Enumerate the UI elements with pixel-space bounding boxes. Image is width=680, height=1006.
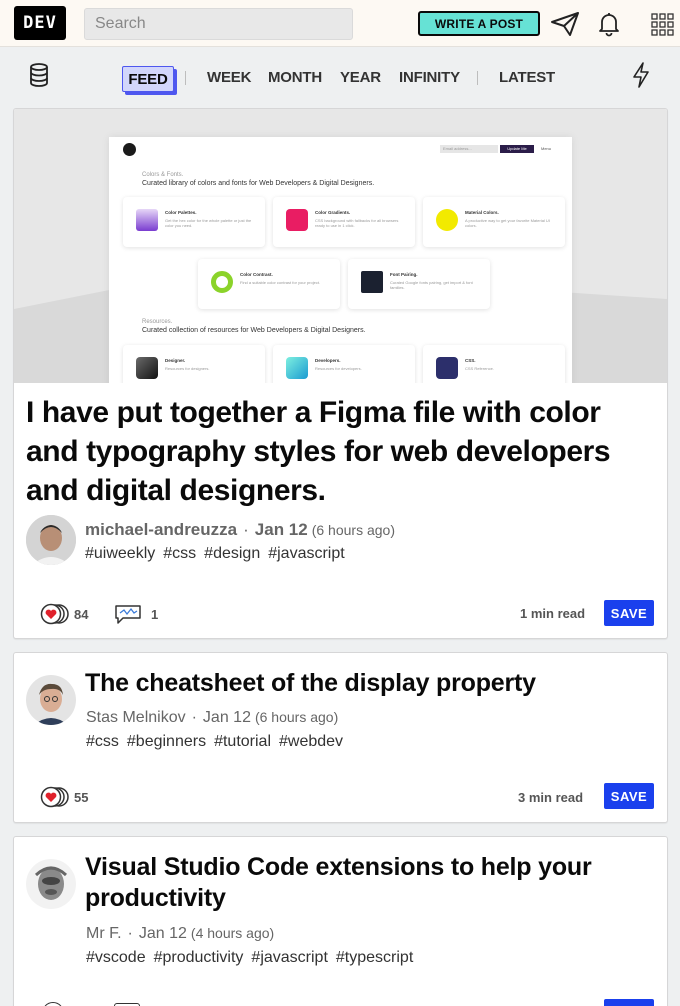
post-title[interactable]: The cheatsheet of the display property — [85, 668, 655, 699]
save-button[interactable]: SAVE — [604, 600, 654, 626]
tab-month[interactable]: MONTH — [268, 69, 322, 86]
mock-tile: Material Colors. A productive way to get… — [423, 197, 565, 247]
post-meta: michael-andreuzza · Jan 12 (6 hours ago) — [85, 520, 395, 539]
reactions-button[interactable]: 55 — [40, 786, 88, 808]
reactions-icon-partial[interactable] — [42, 1002, 64, 1006]
author-name[interactable]: michael-andreuzza — [85, 520, 237, 539]
author-avatar[interactable] — [26, 859, 76, 909]
tag-link[interactable]: #vscode — [86, 949, 146, 966]
post-tags: #uiweekly #css #design #javascript — [85, 545, 353, 563]
search-input[interactable] — [84, 8, 353, 40]
tab-year[interactable]: YEAR — [340, 69, 381, 86]
tag-link[interactable]: #typescript — [336, 949, 413, 966]
post-cover-image[interactable]: Email address... Update Me Menu Colors &… — [14, 109, 667, 383]
post-meta: Mr F. · Jan 12 (4 hours ago) — [86, 925, 275, 942]
tag-link[interactable]: #design — [204, 545, 260, 562]
mock-tile: Developers. Resources for developers. — [273, 345, 415, 383]
tag-link[interactable]: #beginners — [127, 733, 206, 750]
tab-week[interactable]: WEEK — [207, 69, 251, 86]
post-title[interactable]: Visual Studio Code extensions to help yo… — [85, 852, 655, 914]
tag-link[interactable]: #webdev — [279, 733, 343, 750]
mock-section-title: Colors & Fonts. — [142, 172, 184, 178]
mock-section-title: Resources. — [142, 319, 173, 325]
heart-icon — [40, 603, 69, 625]
tag-link[interactable]: #css — [86, 733, 119, 750]
nav-divider — [477, 71, 478, 85]
tag-link[interactable]: #javascript — [251, 949, 327, 966]
tab-infinity[interactable]: INFINITY — [399, 69, 460, 86]
mock-tile: Font Pairing. Curated Google fonts pairi… — [348, 259, 490, 309]
post-ago: (4 hours ago) — [190, 925, 275, 941]
mock-tile: CSS. CSS Reference. — [423, 345, 565, 383]
tag-link[interactable]: #uiweekly — [85, 545, 155, 562]
tab-latest[interactable]: LATEST — [499, 69, 555, 86]
cover-mockup: Email address... Update Me Menu Colors &… — [109, 137, 572, 383]
mock-tile: Color Palettes. Get the hex color for th… — [123, 197, 265, 247]
top-bar: DEV WRITE A POST — [0, 0, 680, 47]
mock-logo — [123, 143, 136, 156]
post-date[interactable]: Jan 12 — [203, 709, 251, 726]
post-date[interactable]: Jan 12 — [255, 520, 308, 539]
post-date[interactable]: Jan 12 — [139, 925, 187, 942]
post-tags: #vscode #productivity #javascript #typescri… — [86, 949, 421, 967]
comment-icon — [115, 605, 141, 624]
post-meta: Stas Melnikov · Jan 12 (6 hours ago) — [86, 709, 339, 726]
database-icon[interactable] — [29, 63, 49, 87]
reactions-button[interactable]: 84 — [40, 603, 88, 625]
tag-link[interactable]: #productivity — [154, 949, 244, 966]
write-post-button[interactable]: WRITE A POST — [418, 11, 540, 36]
read-time: 1 min read — [520, 606, 586, 621]
apps-grid-icon[interactable] — [651, 13, 674, 36]
mock-section-desc: Curated collection of resources for Web … — [142, 327, 366, 334]
lightning-icon[interactable] — [632, 62, 650, 88]
save-button-partial[interactable] — [604, 999, 654, 1006]
comments-button[interactable]: 1 — [113, 603, 158, 625]
tag-link[interactable]: #tutorial — [214, 733, 271, 750]
post-card[interactable]: Email address... Update Me Menu Colors &… — [13, 108, 668, 639]
read-time: 3 min read — [518, 790, 584, 805]
tab-feed[interactable]: FEED — [122, 66, 174, 92]
author-name[interactable]: Mr F. — [86, 925, 122, 942]
dev-logo[interactable]: DEV — [14, 6, 66, 40]
save-button[interactable]: SAVE — [604, 783, 654, 809]
reactions-count: 84 — [74, 606, 89, 622]
mock-email-input: Email address... — [440, 145, 498, 153]
post-tags: #css #beginners #tutorial #webdev — [86, 733, 351, 751]
mock-update-button: Update Me — [500, 145, 534, 153]
tag-link[interactable]: #css — [163, 545, 196, 562]
comments-count: 1 — [151, 606, 159, 622]
reactions-count: 55 — [74, 789, 89, 805]
mock-tile: Color Contrast. Find a suitable color co… — [198, 259, 340, 309]
author-name[interactable]: Stas Melnikov — [86, 709, 186, 726]
post-ago: (6 hours ago) — [311, 522, 395, 538]
tag-link[interactable]: #javascript — [268, 545, 344, 562]
author-avatar[interactable] — [26, 675, 76, 725]
post-title[interactable]: I have put together a Figma file with co… — [26, 393, 656, 510]
heart-icon — [40, 786, 69, 808]
mock-tile: Color Gradients. CSS background with fal… — [273, 197, 415, 247]
mock-menu: Menu — [541, 146, 552, 151]
post-card[interactable]: The cheatsheet of the display property S… — [13, 652, 668, 823]
send-icon[interactable] — [549, 10, 581, 38]
mock-tile: Designer. Resources for designers. — [123, 345, 265, 383]
feed-nav: FEED WEEK MONTH YEAR INFINITY LATEST — [0, 47, 680, 107]
author-avatar[interactable] — [26, 515, 76, 565]
post-ago: (6 hours ago) — [254, 709, 339, 725]
post-card[interactable]: Visual Studio Code extensions to help yo… — [13, 836, 668, 1006]
mock-section-desc: Curated library of colors and fonts for … — [142, 180, 375, 187]
bell-icon[interactable] — [597, 11, 621, 37]
nav-divider — [185, 71, 186, 85]
